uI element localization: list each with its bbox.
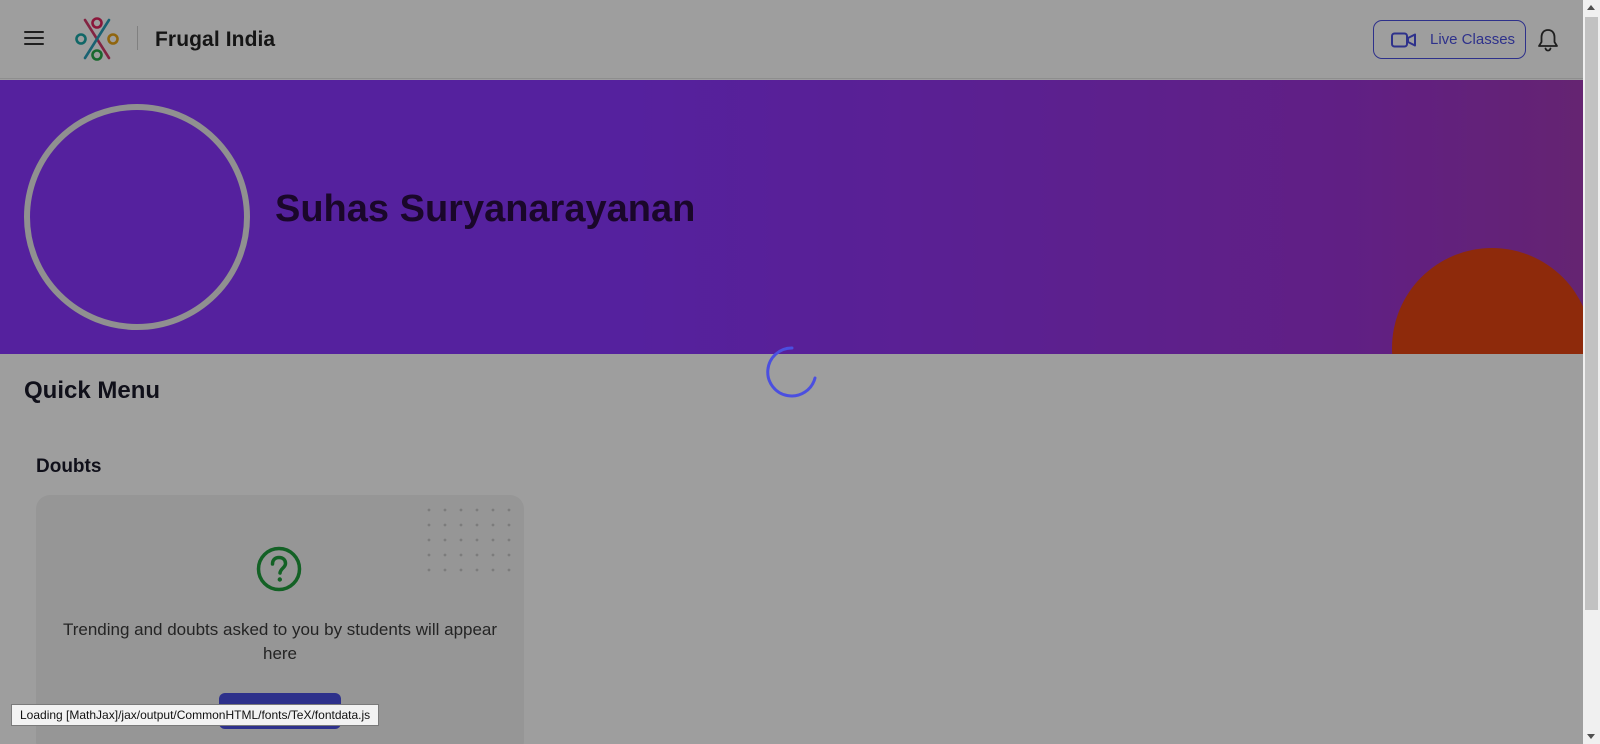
app: Frugal India Live Classes Suhas Suryanar… <box>0 0 1583 744</box>
scroll-thumb[interactable] <box>1585 17 1598 610</box>
spinner-icon <box>766 346 817 398</box>
vertical-scrollbar[interactable] <box>1583 0 1600 744</box>
scroll-up-arrow[interactable] <box>1587 5 1595 10</box>
scroll-down-arrow[interactable] <box>1587 734 1595 739</box>
status-bar: Loading [MathJax]/jax/output/CommonHTML/… <box>11 704 380 726</box>
